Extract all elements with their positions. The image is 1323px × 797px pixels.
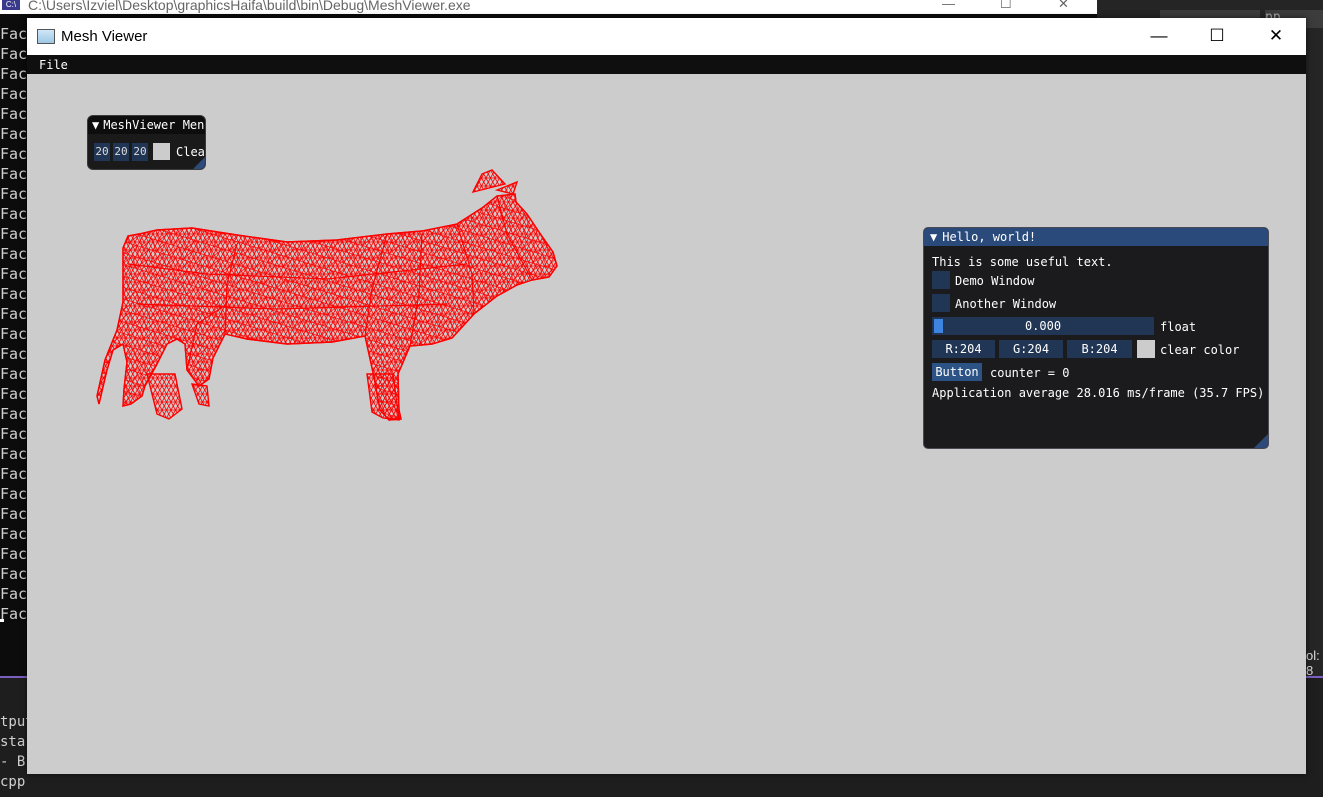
color-r-field[interactable]: R:204: [932, 340, 995, 358]
console-line: Face: [0, 465, 27, 483]
counter-text: counter = 0: [990, 366, 1070, 380]
cow-limb-mesh: [190, 383, 210, 407]
output-line: star: [0, 734, 27, 750]
demo-window-label: Demo Window: [955, 274, 1035, 288]
console-maximize-icon[interactable]: ☐: [1000, 0, 1012, 10]
console-line: Face: [0, 245, 27, 263]
value-field-2[interactable]: 20: [113, 143, 129, 161]
console-line: Face: [0, 405, 27, 423]
meshviewer-menu-header[interactable]: ▼ MeshViewer Menu: [88, 116, 205, 134]
console-line: Face: [0, 125, 27, 143]
color-swatch[interactable]: [153, 143, 170, 160]
console-line: Face: [0, 65, 27, 83]
console-line: Face: [0, 345, 27, 363]
ide-output-lines: tput star - B cpp: [0, 712, 27, 792]
console-titlebar: C:\ C:\Users\Izviel\Desktop\graphicsHaif…: [0, 0, 1097, 14]
another-window-checkbox[interactable]: [932, 294, 950, 312]
window-title: Mesh Viewer: [61, 28, 148, 45]
value-field-3[interactable]: 20: [132, 143, 148, 161]
menu-file[interactable]: File: [39, 58, 68, 72]
collapse-arrow-icon[interactable]: ▼: [930, 230, 937, 244]
clear-color-swatch[interactable]: [1137, 340, 1155, 358]
ide-status-text: ol: 8: [1306, 648, 1320, 678]
console-close-icon[interactable]: ✕: [1058, 0, 1069, 10]
console-line: Face: [0, 525, 27, 543]
color-g-field[interactable]: G:204: [999, 340, 1063, 358]
output-line: tput: [0, 714, 27, 730]
console-line: Face: [0, 545, 27, 563]
console-line: Face: [0, 385, 27, 403]
console-line: Face: [0, 145, 27, 163]
minimize-button[interactable]: —: [1130, 18, 1188, 55]
counter-button[interactable]: Button: [932, 363, 982, 381]
hello-world-panel[interactable]: ▼ Hello, world! This is some useful text.…: [923, 227, 1269, 449]
console-line: Face: [0, 425, 27, 443]
another-window-label: Another Window: [955, 297, 1057, 311]
console-line: Face: [0, 185, 27, 203]
float-label: float: [1160, 320, 1197, 334]
color-b-field[interactable]: B:204: [1067, 340, 1132, 358]
mesh-viewer-window: Mesh Viewer — ☐ ✕ File ▼ MeshViewer Menu …: [27, 18, 1306, 774]
output-line: - B: [0, 754, 26, 770]
console-output: Face Face Face Face Face Face Face Face Face Face…: [0, 24, 27, 624]
clear-color-label: clear color: [1160, 343, 1240, 357]
console-line: Face: [0, 485, 27, 503]
menu-bar: File: [27, 55, 1306, 74]
hello-world-header[interactable]: ▼ Hello, world!: [924, 228, 1268, 246]
console-cursor: [0, 619, 4, 622]
slider-value: 0.000: [1024, 319, 1062, 333]
meshviewer-menu-title: MeshViewer Menu: [103, 118, 205, 132]
console-line: Face: [0, 565, 27, 583]
console-line: Face: [0, 225, 27, 243]
maximize-button[interactable]: ☐: [1188, 18, 1246, 55]
console-line: Face: [0, 265, 27, 283]
console-title: C:\Users\Izviel\Desktop\graphicsHaifa\bu…: [28, 0, 471, 13]
console-line: Face: [0, 585, 27, 603]
app-icon: [37, 29, 55, 44]
intro-text: This is some useful text.: [932, 255, 1113, 269]
window-titlebar[interactable]: Mesh Viewer — ☐ ✕: [27, 18, 1306, 55]
cow-limb-mesh: [146, 373, 183, 420]
console-line: Face: [0, 365, 27, 383]
meshviewer-menu-panel[interactable]: ▼MeshViewer Menu 20 20 20 Clear: [87, 115, 206, 170]
demo-window-checkbox[interactable]: [932, 271, 950, 289]
float-slider[interactable]: 0.000: [932, 317, 1154, 335]
console-line: Face: [0, 285, 27, 303]
console-line: Face: [0, 605, 27, 623]
console-line: Face: [0, 85, 27, 103]
console-minimize-icon[interactable]: —: [942, 0, 955, 10]
console-line: Face: [0, 25, 27, 43]
console-app-icon: C:\: [2, 0, 20, 10]
console-line: Face: [0, 45, 27, 63]
console-line: Face: [0, 105, 27, 123]
fps-stats-text: Application average 28.016 ms/frame (35.…: [932, 386, 1265, 400]
collapse-arrow-icon[interactable]: ▼: [92, 118, 99, 132]
console-line: Face: [0, 165, 27, 183]
console-line: Face: [0, 205, 27, 223]
console-line: Face: [0, 445, 27, 463]
resize-grip-icon[interactable]: [1254, 434, 1268, 448]
hello-world-title: Hello, world!: [942, 230, 1037, 244]
value-field-1[interactable]: 20: [94, 143, 110, 161]
console-line: Face: [0, 325, 27, 343]
console-line: Face: [0, 305, 27, 323]
cow-limb-mesh: [366, 373, 400, 421]
cow-mesh-group: [96, 169, 558, 421]
resize-grip-icon[interactable]: [193, 157, 205, 169]
output-line: cpp: [0, 774, 26, 790]
close-button[interactable]: ✕: [1247, 18, 1305, 55]
console-line: Face: [0, 505, 27, 523]
